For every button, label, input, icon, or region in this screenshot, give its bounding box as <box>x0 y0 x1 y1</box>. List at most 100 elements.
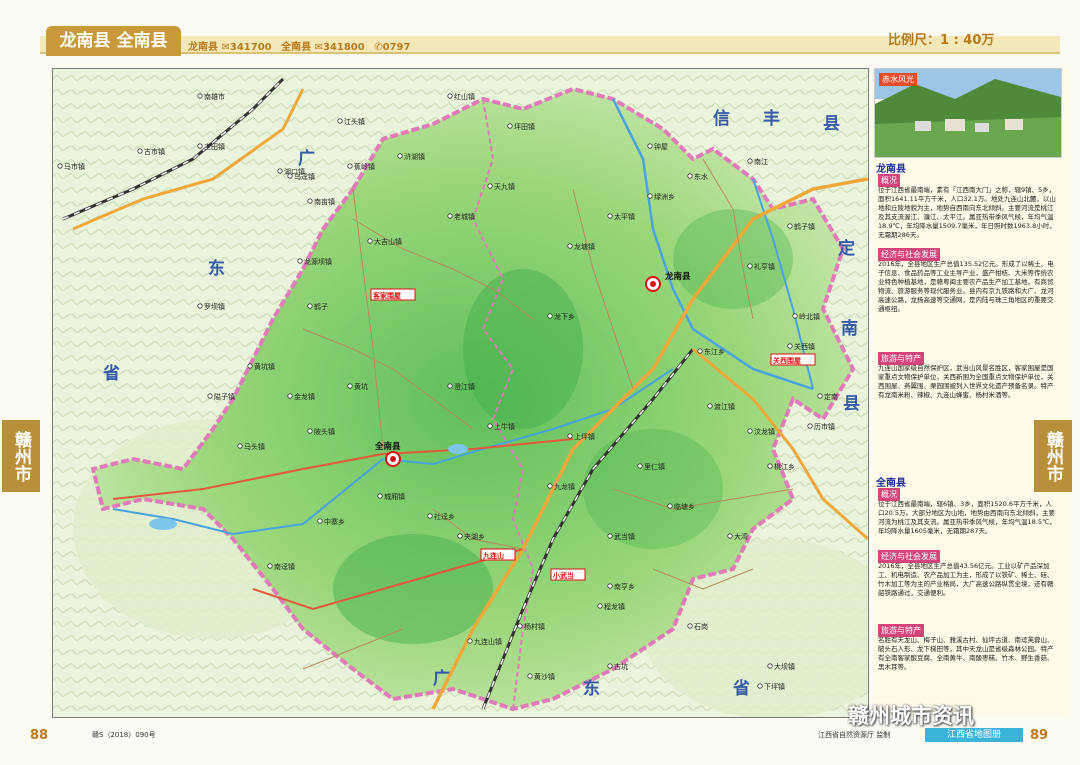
region-label: 广 <box>298 148 315 169</box>
town-label: 罗坝镇 <box>204 302 225 311</box>
town-marker <box>787 223 793 229</box>
longnan-heading: 龙南县 <box>876 164 906 175</box>
town-marker <box>467 638 473 644</box>
town-label: 龙源坝镇 <box>304 257 332 266</box>
town-marker <box>817 393 823 399</box>
town-marker <box>447 383 453 389</box>
town-marker <box>347 383 353 389</box>
town-marker <box>347 163 353 169</box>
region-label: 省 <box>732 678 750 699</box>
quannan-econ: 2016年，全县地区生产总值43.56亿元。工业以矿产品深加工、机电制造、农产品… <box>878 562 1054 597</box>
page-number-right: 89 <box>1030 728 1049 743</box>
county-seat-dot <box>650 281 656 287</box>
town-marker <box>487 423 493 429</box>
longnan-postcode: 龙南县 ✉341700 <box>188 42 272 53</box>
town-label: 大坝镇 <box>774 662 795 671</box>
town-label: 九龙镇 <box>554 482 575 491</box>
lake <box>149 518 177 530</box>
town-label: 岭北镇 <box>799 312 820 321</box>
edge-tab-left[interactable]: 赣州市 <box>2 420 40 492</box>
quannan-heading: 全南县 <box>876 478 906 489</box>
town-marker <box>707 403 713 409</box>
town-label: 大湾 <box>734 532 748 541</box>
town-label: 蕉岭镇 <box>354 162 375 171</box>
town-label: 马市镇 <box>64 162 85 171</box>
town-marker <box>647 143 653 149</box>
region-label: 信 <box>713 108 730 129</box>
town-marker <box>747 263 753 269</box>
map-canvas[interactable]: 广 东 省 广 东 省 信 丰 县 定 南 县 龙南县 全南县 南雄市 江头镇 … <box>52 68 869 718</box>
longnan-overview: 位于江西省最南端，素有「江西南大门」之称，辖9镇、5乡，面积1641.11平方千… <box>878 186 1056 239</box>
atlas-page: 龙南县 全南县 龙南县 ✉341700 全南县 ✉341800 ✆0797 比例… <box>0 0 1080 765</box>
town-label: 临塘乡 <box>674 502 695 511</box>
quannan-overview: 位于江西省最南端，辖6镇、3乡，面积1520.6平方千米，人口20.5万。大部分… <box>878 500 1056 535</box>
town-marker <box>197 143 203 149</box>
town-marker <box>757 683 763 689</box>
town-marker <box>287 173 293 179</box>
town-marker <box>607 663 613 669</box>
edge-tab-right[interactable]: 赣州市 <box>1034 420 1072 492</box>
town-label: 鹤子镇 <box>794 222 815 231</box>
town-marker <box>647 193 653 199</box>
town-marker <box>747 428 753 434</box>
town-marker <box>697 348 703 354</box>
area-code: ✆0797 <box>374 42 411 53</box>
watermark: 赣州城市资讯 <box>848 704 974 728</box>
town-marker <box>607 533 613 539</box>
town-marker <box>317 518 323 524</box>
town-label: 红山镇 <box>454 92 475 101</box>
town-label: 陂头镇 <box>314 427 335 436</box>
region-label: 省 <box>102 363 120 384</box>
town-label: 渡江镇 <box>714 402 735 411</box>
town-marker <box>607 583 613 589</box>
town-label: 南雄市 <box>204 92 225 101</box>
town-label: 东水 <box>694 172 708 181</box>
town-label: 绿洲乡 <box>654 192 675 201</box>
supervisor-text: 江西省自然资源厅 监制 <box>818 731 891 739</box>
town-marker <box>517 623 523 629</box>
region-label: 县 <box>843 394 860 414</box>
town-marker <box>287 393 293 399</box>
town-marker <box>447 213 453 219</box>
town-marker <box>667 503 673 509</box>
town-marker <box>787 343 793 349</box>
town-label: 澄江镇 <box>454 382 475 391</box>
town-marker <box>457 533 463 539</box>
mountain-mass <box>333 534 493 644</box>
info-panel: 赤水风光 龙南县 概况 位于江西省最南端，素有「江西南大门」之称，辖9镇、5乡，… <box>874 68 1070 716</box>
county-seat-label: 龙南县 <box>664 271 691 282</box>
town-marker <box>567 243 573 249</box>
town-marker <box>567 433 573 439</box>
mountain-mass <box>583 429 723 549</box>
town-label: 礼亨镇 <box>754 262 775 271</box>
quannan-postcode: 全南县 ✉341800 <box>281 42 365 53</box>
town-label: 古坑 <box>614 662 628 671</box>
town-label: 马头镇 <box>244 442 265 451</box>
scenic-label: 关西围屋 <box>773 356 801 365</box>
town-marker <box>597 603 603 609</box>
town-label: 太平镇 <box>614 212 635 221</box>
header-info: 龙南县 ✉341700 全南县 ✉341800 ✆0797 <box>188 38 416 53</box>
map-scale: 比例尺：1 : 40万 <box>888 33 995 48</box>
town-marker <box>767 663 773 669</box>
town-marker <box>747 158 753 164</box>
town-marker <box>547 483 553 489</box>
town-marker <box>307 198 313 204</box>
mountain-mass <box>463 269 583 429</box>
town-marker <box>687 173 693 179</box>
lake <box>448 444 468 454</box>
town-label: 南亩镇 <box>314 197 335 206</box>
town-marker <box>807 423 813 429</box>
town-marker <box>197 303 203 309</box>
town-label: 城厢镇 <box>384 492 405 501</box>
town-label: 里仁镇 <box>644 462 665 471</box>
town-label: 南迳镇 <box>274 562 295 571</box>
region-label: 县 <box>823 114 840 134</box>
town-label: 天九镇 <box>494 182 515 191</box>
town-label: 金龙镇 <box>294 392 315 401</box>
town-marker <box>377 493 383 499</box>
town-label: 下坪镇 <box>764 682 785 691</box>
town-label: 龙塘镇 <box>574 242 595 251</box>
town-marker <box>547 313 553 319</box>
town-label: 上牛镇 <box>494 422 515 431</box>
